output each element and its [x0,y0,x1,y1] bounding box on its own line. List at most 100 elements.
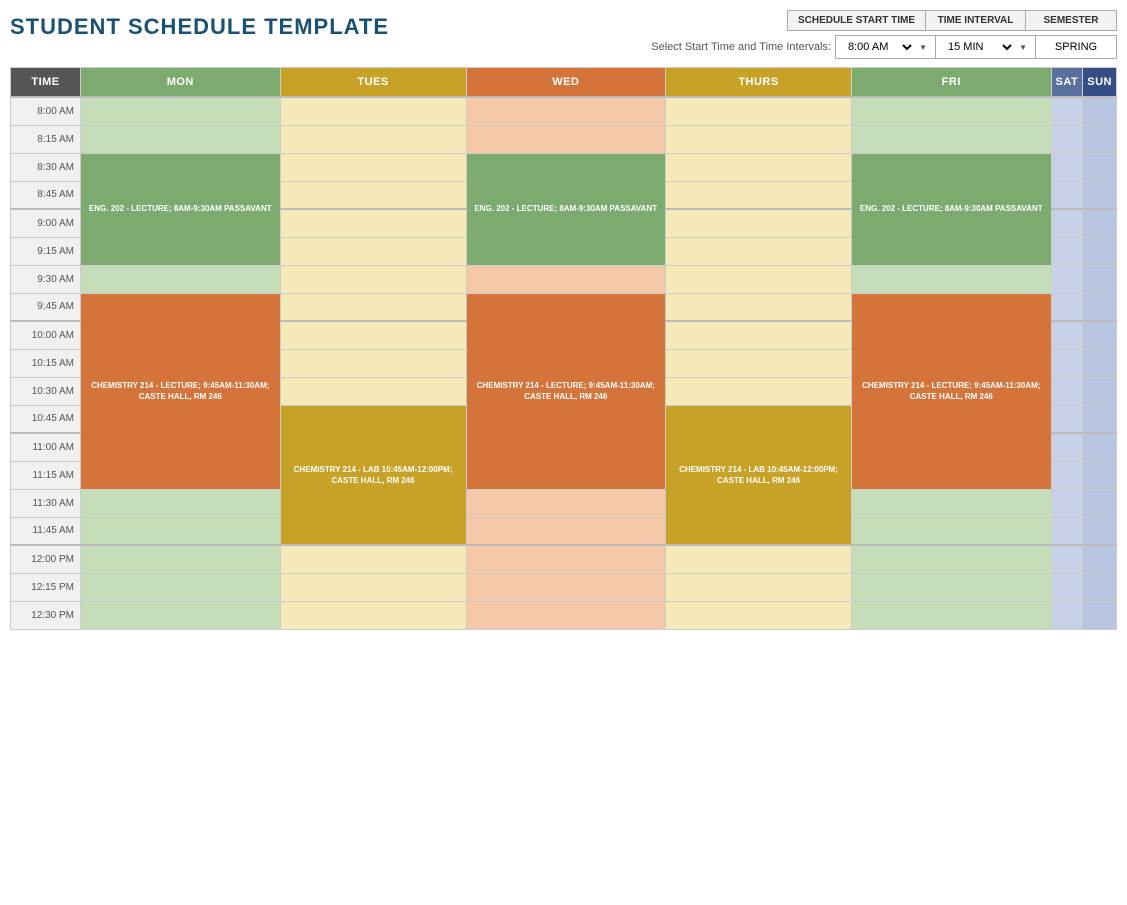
semester-header: SEMESTER [1026,11,1116,30]
start-time-input[interactable]: 8:00 AM 7:00 AM 9:00 AM ▼ [836,36,936,58]
empty-cell [1051,377,1083,405]
time-interval-select[interactable]: 15 MIN 30 MIN 60 MIN [944,40,1015,54]
schedule-table: TIME MON TUES WED THURS FRI SAT SUN 8:00… [10,67,1117,630]
empty-cell [852,545,1052,573]
empty-cell [852,125,1052,153]
event-cell: ENG. 202 - LECTURE; 8AM-9:30AM PASSAVANT [469,203,664,214]
schedule-start-time-header: SCHEDULE START TIME [788,11,926,30]
col-fri: FRI [852,68,1052,98]
ctrl-inputs: 8:00 AM 7:00 AM 9:00 AM ▼ 15 MIN 30 MIN … [835,35,1117,59]
empty-cell [466,97,666,125]
time-cell: 12:30 PM [11,601,81,629]
empty-cell [1083,237,1117,265]
time-cell: 11:30 AM [11,489,81,517]
table-row: 11:45 AM [11,517,1117,545]
time-cell: 11:45 AM [11,517,81,545]
empty-cell [1083,181,1117,209]
empty-cell [280,601,466,629]
empty-cell [1051,489,1083,517]
empty-cell [1051,433,1083,461]
empty-cell [1051,97,1083,125]
empty-cell [280,545,466,573]
empty-cell [81,517,281,545]
empty-cell [466,601,666,629]
empty-cell [466,489,666,517]
event-cell: ENG. 202 - LECTURE; 8AM-9:30AM PASSAVANT [83,203,278,214]
empty-cell [1051,405,1083,433]
empty-cell [666,293,852,321]
empty-cell [466,573,666,601]
table-row: 12:00 PM [11,545,1117,573]
empty-cell [666,601,852,629]
empty-cell [81,265,281,293]
empty-cell [666,573,852,601]
empty-cell [81,97,281,125]
empty-cell [666,237,852,265]
empty-cell [666,153,852,181]
empty-cell [1051,153,1083,181]
empty-cell [1051,601,1083,629]
empty-cell [81,573,281,601]
event-cell: CHEMISTRY 214 - LECTURE; 9:45AM-11:30AM;… [469,380,664,402]
empty-cell [1083,265,1117,293]
time-interval-header: TIME INTERVAL [926,11,1026,30]
empty-cell [280,125,466,153]
semester-input: SPRING [1036,36,1116,58]
time-interval-arrow: ▼ [1019,43,1027,52]
table-row: 8:00 AM [11,97,1117,125]
col-thurs: THURS [666,68,852,98]
empty-cell [1083,209,1117,237]
empty-cell [1083,461,1117,489]
empty-cell [666,377,852,405]
header-row: TIME MON TUES WED THURS FRI SAT SUN [11,68,1117,98]
empty-cell [81,601,281,629]
start-time-select[interactable]: 8:00 AM 7:00 AM 9:00 AM [844,40,915,54]
page-title: STUDENT SCHEDULE TEMPLATE [10,10,389,40]
empty-cell [1083,489,1117,517]
time-cell: 10:45 AM [11,405,81,433]
empty-cell [1083,601,1117,629]
time-cell: 12:15 PM [11,573,81,601]
time-cell: 11:00 AM [11,433,81,461]
controls-bottom: Select Start Time and Time Intervals: 8:… [651,35,1117,59]
empty-cell [1051,293,1083,321]
empty-cell [852,97,1052,125]
time-cell: 8:45 AM [11,181,81,209]
time-cell: 8:15 AM [11,125,81,153]
controls-area: SCHEDULE START TIME TIME INTERVAL SEMEST… [651,10,1117,59]
empty-cell [1051,181,1083,209]
empty-cell [1051,321,1083,349]
time-cell: 10:30 AM [11,377,81,405]
time-cell: 8:30 AM [11,153,81,181]
time-cell: 11:15 AM [11,461,81,489]
empty-cell [1083,153,1117,181]
empty-cell [1083,545,1117,573]
time-cell: 12:00 PM [11,545,81,573]
time-cell: 9:00 AM [11,209,81,237]
empty-cell [280,265,466,293]
empty-cell [280,377,466,405]
time-cell: 10:15 AM [11,349,81,377]
empty-cell [1083,433,1117,461]
empty-cell [666,181,852,209]
empty-cell [1051,573,1083,601]
empty-cell [1051,461,1083,489]
empty-cell [1083,125,1117,153]
empty-cell [280,321,466,349]
empty-cell [466,517,666,545]
empty-cell [1051,265,1083,293]
col-wed: WED [466,68,666,98]
header-area: STUDENT SCHEDULE TEMPLATE SCHEDULE START… [10,10,1117,59]
start-time-arrow: ▼ [919,43,927,52]
empty-cell [852,517,1052,545]
empty-cell [280,97,466,125]
empty-cell [666,265,852,293]
empty-cell [1083,321,1117,349]
semester-value: SPRING [1055,41,1097,53]
table-row: 12:15 PM [11,573,1117,601]
table-row: 12:30 PM [11,601,1117,629]
empty-cell [280,153,466,181]
col-time: TIME [11,68,81,98]
time-interval-input[interactable]: 15 MIN 30 MIN 60 MIN ▼ [936,36,1036,58]
table-row: 8:15 AM [11,125,1117,153]
